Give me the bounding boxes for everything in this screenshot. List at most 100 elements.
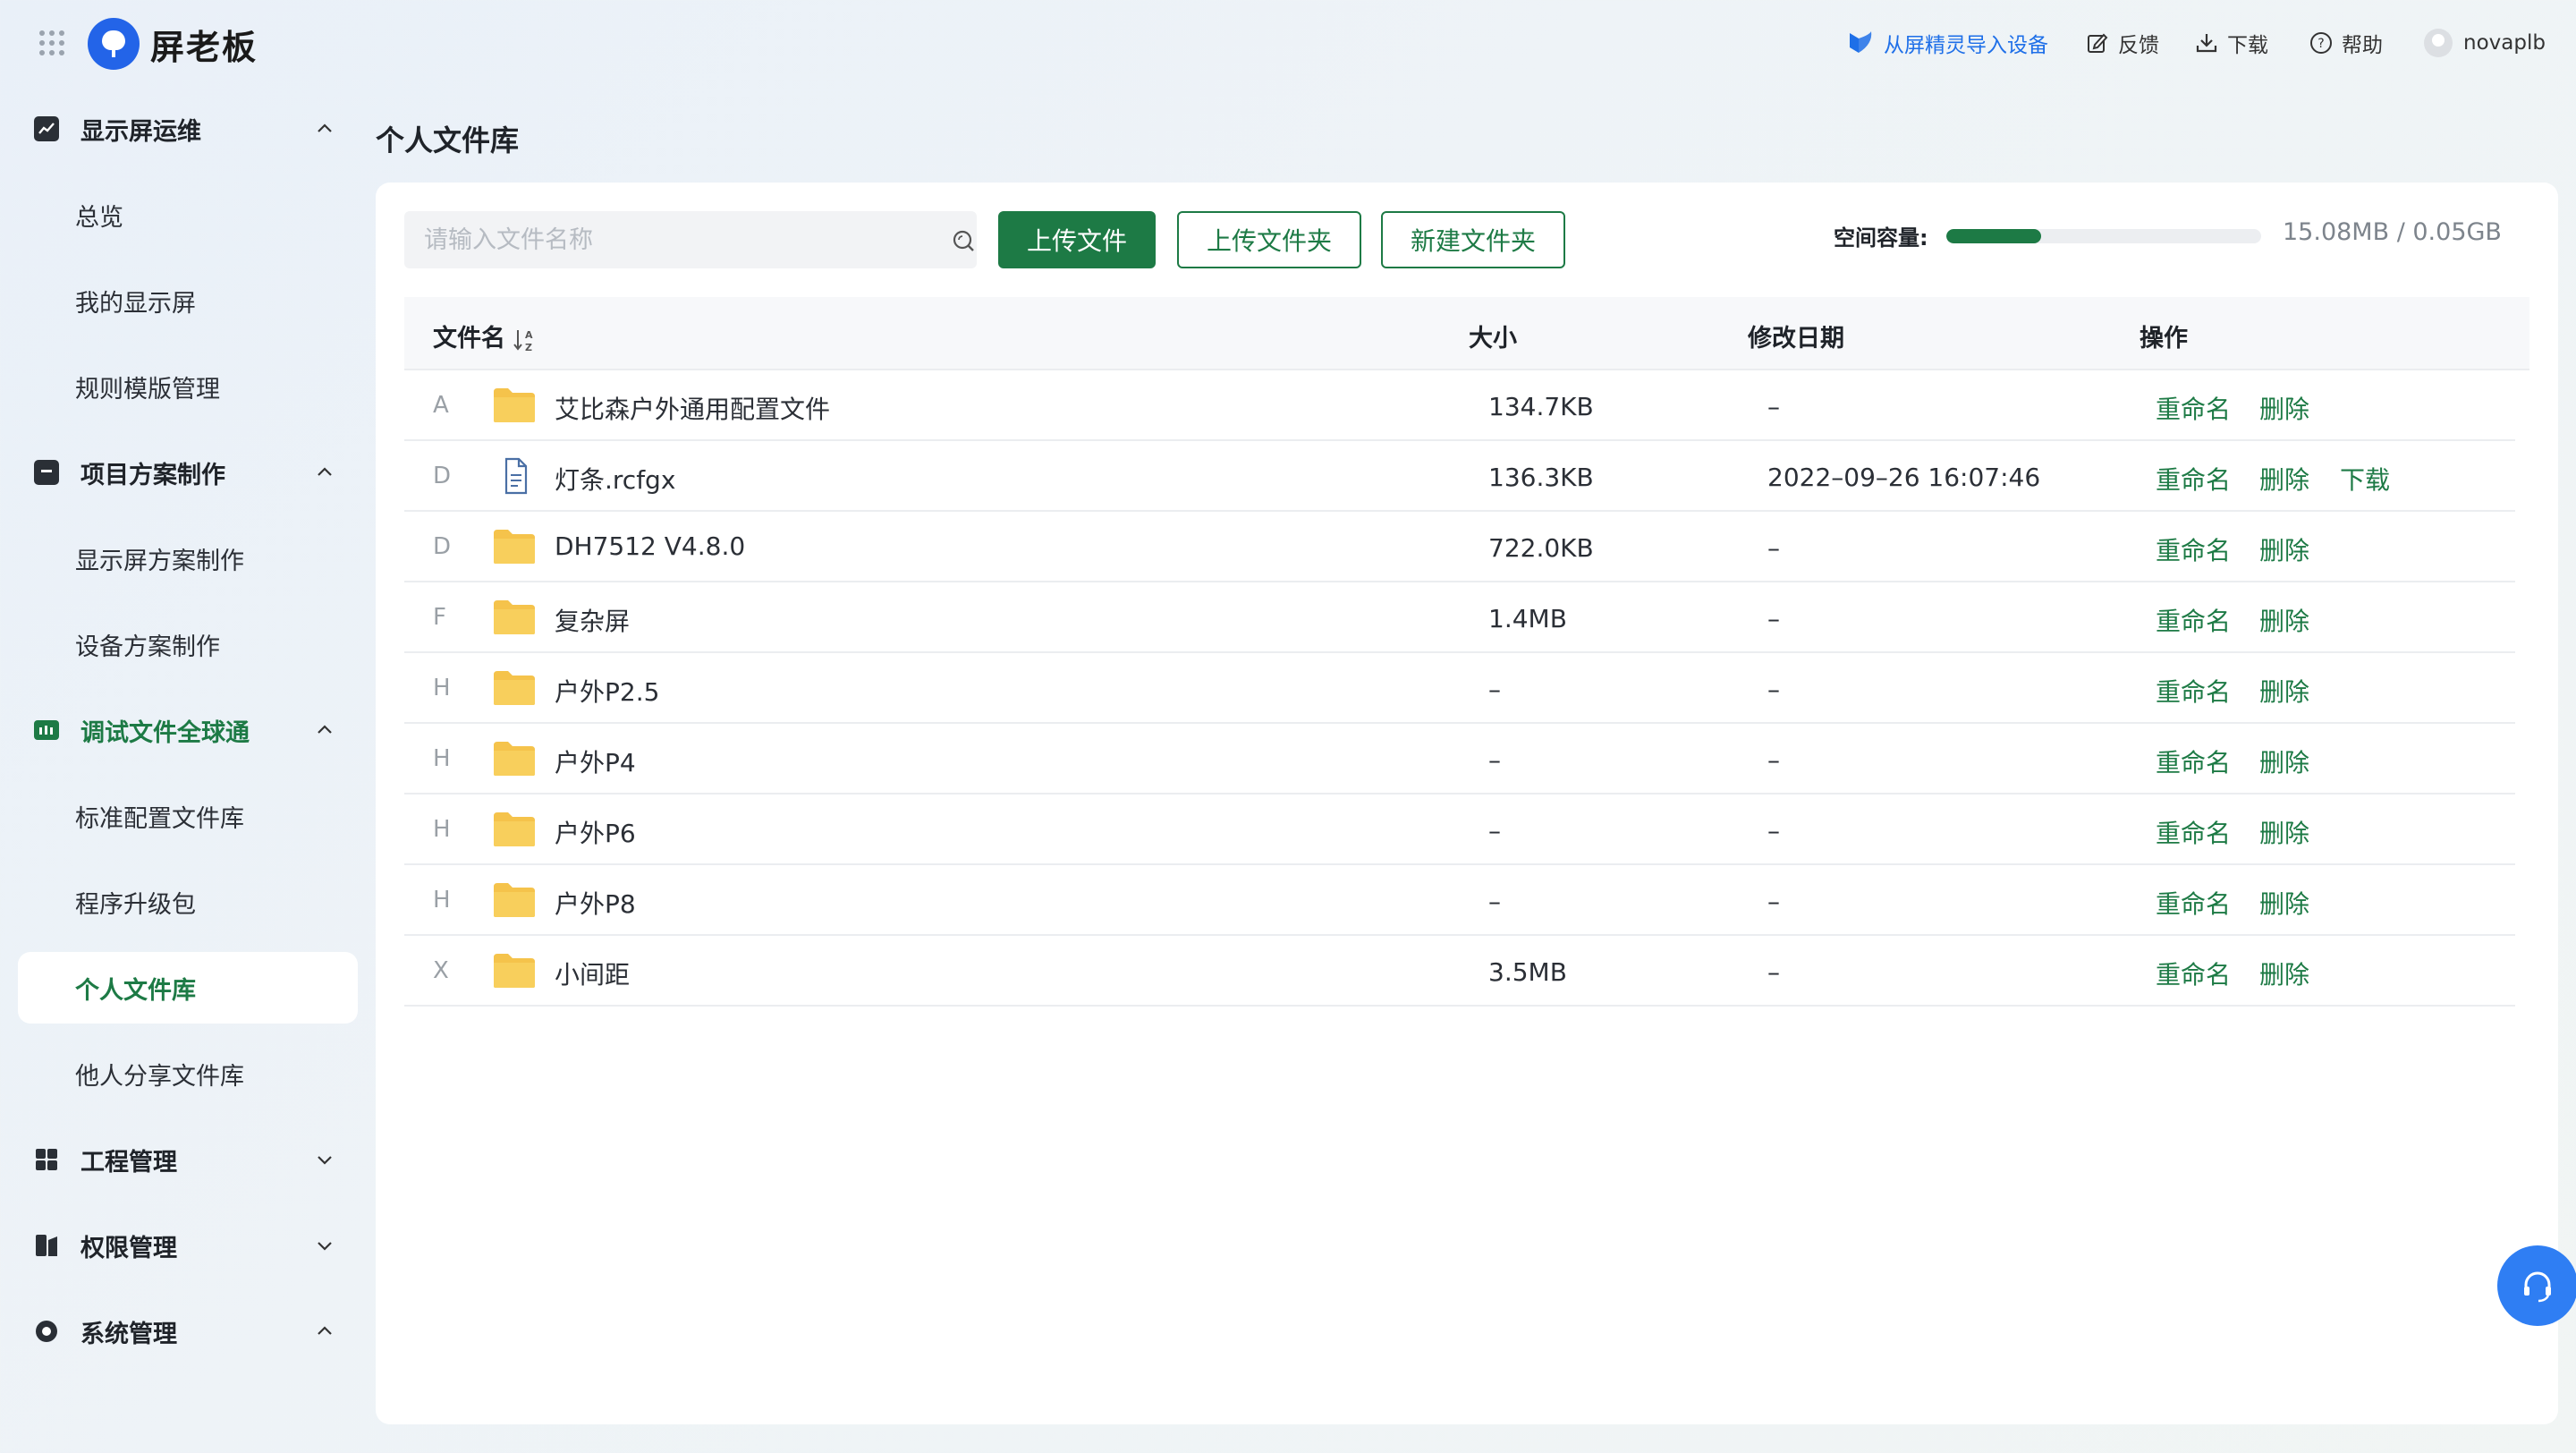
sidebar-group-system[interactable]: 系统管理 [0,1288,376,1374]
file-name[interactable]: 灯条.rcfgx [555,461,675,497]
folder-icon [492,952,537,990]
import-label: 从屏精灵导入设备 [1884,34,2048,57]
row-index-letter: H [433,745,451,772]
file-name[interactable]: 复杂屏 [555,602,630,638]
sidebar: 显示屏运维 总览 我的显示屏 规则模版管理 项目方案制作 显示屏方案制作 设备方… [0,86,376,1453]
sidebar-item-my-displays[interactable]: 我的显示屏 [18,265,358,336]
feedback-label: 反馈 [2118,34,2159,57]
help-label: 帮助 [2342,34,2383,57]
sidebar-item-firmware-packages[interactable]: 程序升级包 [18,866,358,938]
upload-folder-button[interactable]: 上传文件夹 [1177,211,1361,268]
new-folder-button[interactable]: 新建文件夹 [1381,211,1565,268]
sidebar-group-display-ops[interactable]: 显示屏运维 [0,86,376,172]
sidebar-item-shared-library[interactable]: 他人分享文件库 [18,1038,358,1109]
download-button[interactable]: 下载 [2195,27,2268,59]
help-button[interactable]: ? 帮助 [2309,27,2383,59]
grid-blocks-icon [34,1147,59,1172]
user-menu[interactable]: novaplb [2424,27,2546,59]
file-name[interactable]: 户外P2.5 [555,673,659,709]
file-size: 136.3KB [1488,463,1594,492]
file-size: 3.5MB [1488,957,1567,987]
rename-link[interactable]: 重命名 [2156,531,2231,567]
rename-link[interactable]: 重命名 [2156,743,2231,779]
file-modified-date: – [1767,533,1780,563]
sidebar-item-overview[interactable]: 总览 [18,179,358,251]
rename-link[interactable]: 重命名 [2156,673,2231,709]
chevron-up-icon[interactable] [315,463,335,482]
table-row[interactable]: A 艾比森户外通用配置文件 134.7KB – 重命名 删除 [404,370,2515,441]
sidebar-group-permissions[interactable]: 权限管理 [0,1202,376,1288]
file-name[interactable]: 艾比森户外通用配置文件 [555,390,830,426]
username: novaplb [2463,31,2546,55]
row-index-letter: D [433,463,452,489]
rename-link[interactable]: 重命名 [2156,602,2231,638]
rename-link[interactable]: 重命名 [2156,956,2231,991]
upload-file-button[interactable]: 上传文件 [998,211,1156,268]
sidebar-group-label: 显示屏运维 [80,117,201,146]
table-row[interactable]: H 户外P8 – – 重命名 删除 [404,865,2515,936]
table-row[interactable]: H 户外P2.5 – – 重命名 删除 [404,653,2515,724]
table-row[interactable]: F 复杂屏 1.4MB – 重命名 删除 [404,582,2515,653]
download-link[interactable]: 下载 [2340,461,2390,497]
rename-link[interactable]: 重命名 [2156,461,2231,497]
capacity-label: 空间容量: [1834,225,1928,251]
search-input[interactable] [404,211,923,268]
search-icon[interactable] [952,229,975,252]
file-name[interactable]: 户外P6 [555,814,636,850]
file-modified-date: 2022–09–26 16:07:46 [1767,463,2041,492]
delete-link[interactable]: 删除 [2259,814,2309,850]
file-name[interactable]: 户外P8 [555,885,636,921]
rename-link[interactable]: 重命名 [2156,390,2231,426]
chevron-up-icon[interactable] [315,1321,335,1341]
rename-link[interactable]: 重命名 [2156,814,2231,850]
sidebar-group-engineering[interactable]: 工程管理 [0,1117,376,1202]
feedback-button[interactable]: 反馈 [2086,27,2159,59]
search-box [404,211,977,268]
file-modified-date: – [1767,887,1780,916]
sidebar-item-device-plan[interactable]: 设备方案制作 [18,608,358,680]
sidebar-group-debug-files[interactable]: 调试文件全球通 [0,687,376,773]
brand-logo-icon[interactable] [88,18,140,70]
rename-link[interactable]: 重命名 [2156,885,2231,921]
chevron-down-icon[interactable] [315,1150,335,1169]
sort-az-icon[interactable]: AZ [513,327,538,353]
column-header-size: 大小 [1469,325,1517,353]
file-name[interactable]: DH7512 V4.8.0 [555,531,745,561]
row-index-letter: H [433,816,451,843]
file-name[interactable]: 小间距 [555,956,630,991]
sidebar-item-personal-library[interactable]: 个人文件库 [18,952,358,1024]
table-row[interactable]: X 小间距 3.5MB – 重命名 删除 [404,936,2515,1007]
delete-link[interactable]: 删除 [2259,390,2309,426]
delete-link[interactable]: 删除 [2259,956,2309,991]
battery-icon [34,720,59,740]
sidebar-item-standard-config[interactable]: 标准配置文件库 [18,780,358,852]
folder-icon [492,881,537,919]
delete-link[interactable]: 删除 [2259,461,2309,497]
delete-link[interactable]: 删除 [2259,743,2309,779]
file-modified-date: – [1767,675,1780,704]
column-header-filename[interactable]: 文件名 A Z [433,319,538,353]
chevron-down-icon[interactable] [315,1236,335,1255]
avatar [2424,29,2453,57]
app-grid-icon[interactable] [39,30,64,55]
delete-link[interactable]: 删除 [2259,673,2309,709]
import-from-device-link[interactable]: 从屏精灵导入设备 [1846,27,2048,59]
row-index-letter: A [433,392,449,419]
chevron-up-icon[interactable] [315,720,335,740]
help-question-icon: ? [2309,31,2333,55]
customer-service-button[interactable] [2497,1245,2576,1326]
file-size: 134.7KB [1488,392,1594,421]
table-row[interactable]: H 户外P6 – – 重命名 删除 [404,794,2515,865]
chevron-up-icon[interactable] [315,119,335,139]
sidebar-item-display-plan[interactable]: 显示屏方案制作 [18,523,358,594]
sidebar-group-project-plans[interactable]: 项目方案制作 [0,429,376,515]
delete-link[interactable]: 删除 [2259,885,2309,921]
delete-link[interactable]: 删除 [2259,602,2309,638]
delete-link[interactable]: 删除 [2259,531,2309,567]
file-name[interactable]: 户外P4 [555,743,636,779]
table-row[interactable]: H 户外P4 – – 重命名 删除 [404,724,2515,794]
table-row[interactable]: D DH7512 V4.8.0 722.0KB – 重命名 删除 [404,512,2515,582]
table-row[interactable]: D 灯条.rcfgx 136.3KB 2022–09–26 16:07:46 重命名 删除… [404,441,2515,512]
sidebar-item-rule-templates[interactable]: 规则模版管理 [18,351,358,422]
file-modified-date: – [1767,957,1780,987]
